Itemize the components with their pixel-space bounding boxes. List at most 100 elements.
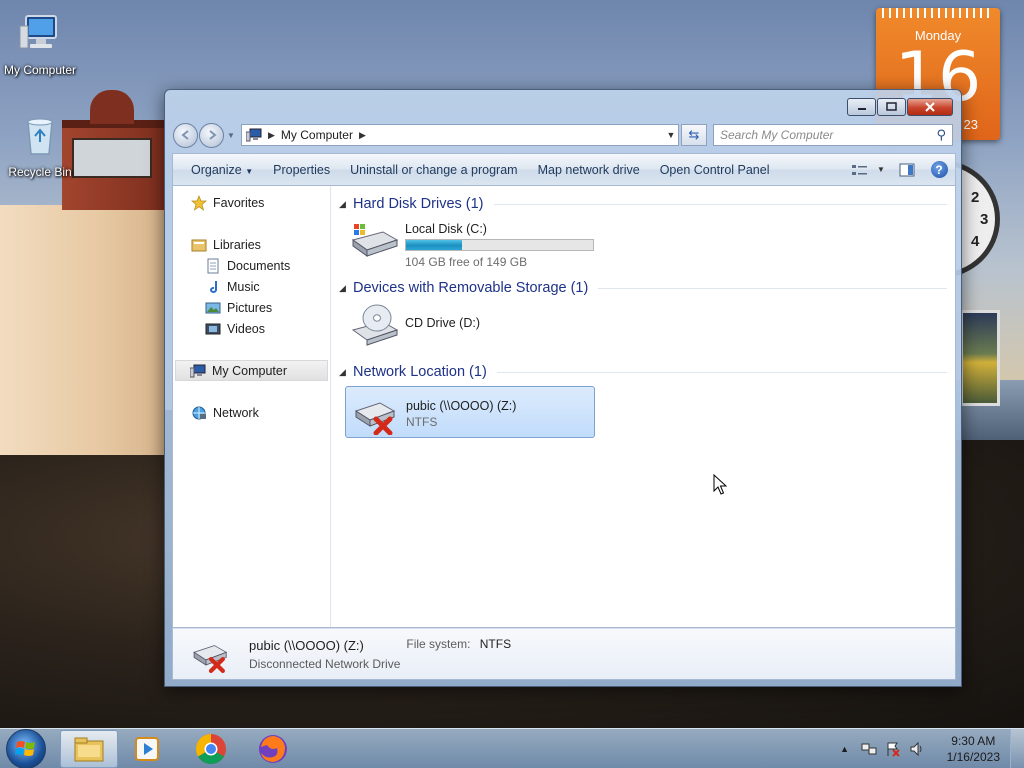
nav-music[interactable]: Music [173, 276, 330, 297]
view-dropdown[interactable]: ▼ [876, 160, 886, 180]
show-desktop-button[interactable] [1010, 728, 1024, 768]
close-button[interactable] [907, 98, 953, 116]
calendar-year: 23 [963, 117, 978, 132]
desktop-icon-my-computer[interactable]: My Computer [0, 12, 80, 77]
preview-pane-icon [899, 163, 915, 176]
group-header-network-location[interactable]: ◢ Network Location (1) [339, 362, 947, 382]
nav-label: Videos [227, 321, 265, 336]
cd-drive-icon [351, 304, 399, 346]
clock-number: 2 [971, 189, 980, 206]
view-controls: ▼ ? [844, 160, 955, 180]
arrow-right-icon [208, 130, 217, 140]
drive-tile-cd-drive[interactable]: CD Drive (D:) [339, 298, 947, 362]
group-header-hard-disk-drives[interactable]: ◢ Hard Disk Drives (1) [339, 194, 947, 214]
refresh-button[interactable]: ⇆ [681, 124, 707, 146]
disconnected-network-drive-icon [354, 402, 396, 435]
nav-label: My Computer [212, 363, 288, 378]
nav-favorites[interactable]: Favorites [173, 192, 330, 213]
network-status-icon[interactable] [860, 740, 878, 758]
drive-tile-network-drive[interactable]: pubic (\\OOOO) (Z:) NTFS [345, 386, 595, 438]
nav-label: Favorites [213, 195, 265, 210]
recent-pages-dropdown[interactable]: ▼ [227, 131, 237, 140]
drive-filesystem: NTFS [406, 415, 438, 429]
map-network-drive-button[interactable]: Map network drive [528, 163, 650, 177]
nav-documents[interactable]: Documents [173, 255, 330, 276]
navigation-pane: Favorites Libraries Documents Music Pict… [173, 186, 331, 627]
nav-libraries[interactable]: Libraries [173, 234, 330, 255]
explorer-window: ▼ ▶ My Computer ▶ ▼ ⇆ Search My Computer… [164, 89, 962, 687]
forward-button[interactable] [199, 122, 224, 148]
change-view-button[interactable] [849, 160, 871, 180]
taskbar-firefox[interactable] [244, 730, 302, 768]
address-bar[interactable]: ▶ My Computer ▶ ▼ [241, 124, 679, 146]
minimize-button[interactable] [847, 98, 876, 116]
desktop-icon-label: Recycle Bin [8, 165, 72, 179]
organize-menu[interactable]: Organize ▼ [181, 163, 263, 177]
computer-icon [19, 15, 57, 49]
open-control-panel-button[interactable]: Open Control Panel [650, 163, 780, 177]
group-divider [598, 287, 947, 289]
collapse-triangle-icon[interactable]: ◢ [339, 367, 353, 378]
breadcrumb-separator-icon: ▶ [268, 129, 275, 140]
search-icon[interactable]: ⚲ [936, 127, 946, 143]
network-icon [192, 406, 206, 419]
caption-buttons [846, 98, 953, 116]
chevron-down-icon: ▼ [227, 130, 235, 140]
address-dropdown-icon[interactable]: ▼ [664, 130, 678, 140]
clock-time: 9:30 AM [951, 733, 996, 748]
computer-icon [246, 128, 262, 142]
properties-button[interactable]: Properties [263, 163, 340, 177]
refresh-icon: ⇆ [688, 127, 700, 142]
search-input[interactable]: Search My Computer ⚲ [713, 124, 953, 146]
help-button[interactable]: ? [928, 160, 950, 180]
collapse-triangle-icon[interactable]: ◢ [339, 199, 353, 210]
group-divider [496, 371, 947, 373]
taskbar: ▲ 9:30 AM 1/16/2023 [0, 728, 1024, 768]
desktop-icon-recycle-bin[interactable]: Recycle Bin [0, 114, 80, 179]
nav-label: Music [227, 279, 260, 294]
nav-label: Network [213, 405, 259, 420]
group-header-removable-storage[interactable]: ◢ Devices with Removable Storage (1) [339, 278, 947, 298]
maximize-button[interactable] [877, 98, 906, 116]
navigation-bar: ▼ ▶ My Computer ▶ ▼ ⇆ Search My Computer… [173, 122, 955, 148]
document-icon [207, 258, 219, 273]
drive-tile-local-disk[interactable]: Local Disk (C:) 104 GB free of 149 GB [339, 214, 947, 278]
group-title: Hard Disk Drives (1) [353, 196, 484, 212]
clock-number: 4 [971, 233, 980, 250]
volume-icon[interactable] [908, 740, 926, 758]
start-button[interactable] [6, 728, 46, 768]
collapse-triangle-icon[interactable]: ◢ [339, 283, 353, 294]
taskbar-media-player[interactable] [118, 730, 176, 768]
disconnected-network-drive-icon [193, 645, 228, 673]
breadcrumb-my-computer[interactable]: My Computer [281, 128, 353, 142]
back-button[interactable] [173, 122, 198, 148]
organize-label: Organize [191, 162, 242, 177]
nav-my-computer[interactable]: My Computer [175, 360, 328, 381]
action-center-icon[interactable] [884, 740, 902, 758]
clock-date: 1/16/2023 [946, 749, 1000, 764]
chevron-down-icon: ▼ [245, 166, 254, 176]
taskbar-clock[interactable]: 9:30 AM 1/16/2023 [947, 733, 1000, 765]
taskbar-chrome[interactable] [182, 730, 240, 768]
chevron-down-icon: ▼ [877, 165, 885, 174]
mouse-cursor-icon [713, 474, 727, 495]
wallpaper-lighthouse-wall [0, 205, 165, 455]
nav-network[interactable]: Network [173, 402, 330, 423]
search-placeholder: Search My Computer [720, 128, 834, 142]
command-bar: Organize ▼ Properties Uninstall or chang… [172, 153, 956, 185]
star-icon [191, 194, 207, 211]
breadcrumb-separator-icon[interactable]: ▶ [359, 130, 366, 141]
media-player-icon [135, 736, 159, 761]
help-icon: ? [930, 161, 948, 178]
group-divider [493, 203, 947, 205]
taskbar-explorer[interactable] [60, 729, 118, 768]
details-item-name: pubic (\\OOOO) (Z:) [249, 637, 364, 653]
uninstall-program-button[interactable]: Uninstall or change a program [340, 163, 527, 177]
nav-videos[interactable]: Videos [173, 318, 330, 339]
view-icon [852, 164, 867, 175]
show-hidden-icons-button[interactable]: ▲ [836, 740, 854, 758]
slideshow-gadget[interactable] [960, 310, 1000, 406]
preview-pane-button[interactable] [896, 160, 918, 180]
nav-pictures[interactable]: Pictures [173, 297, 330, 318]
